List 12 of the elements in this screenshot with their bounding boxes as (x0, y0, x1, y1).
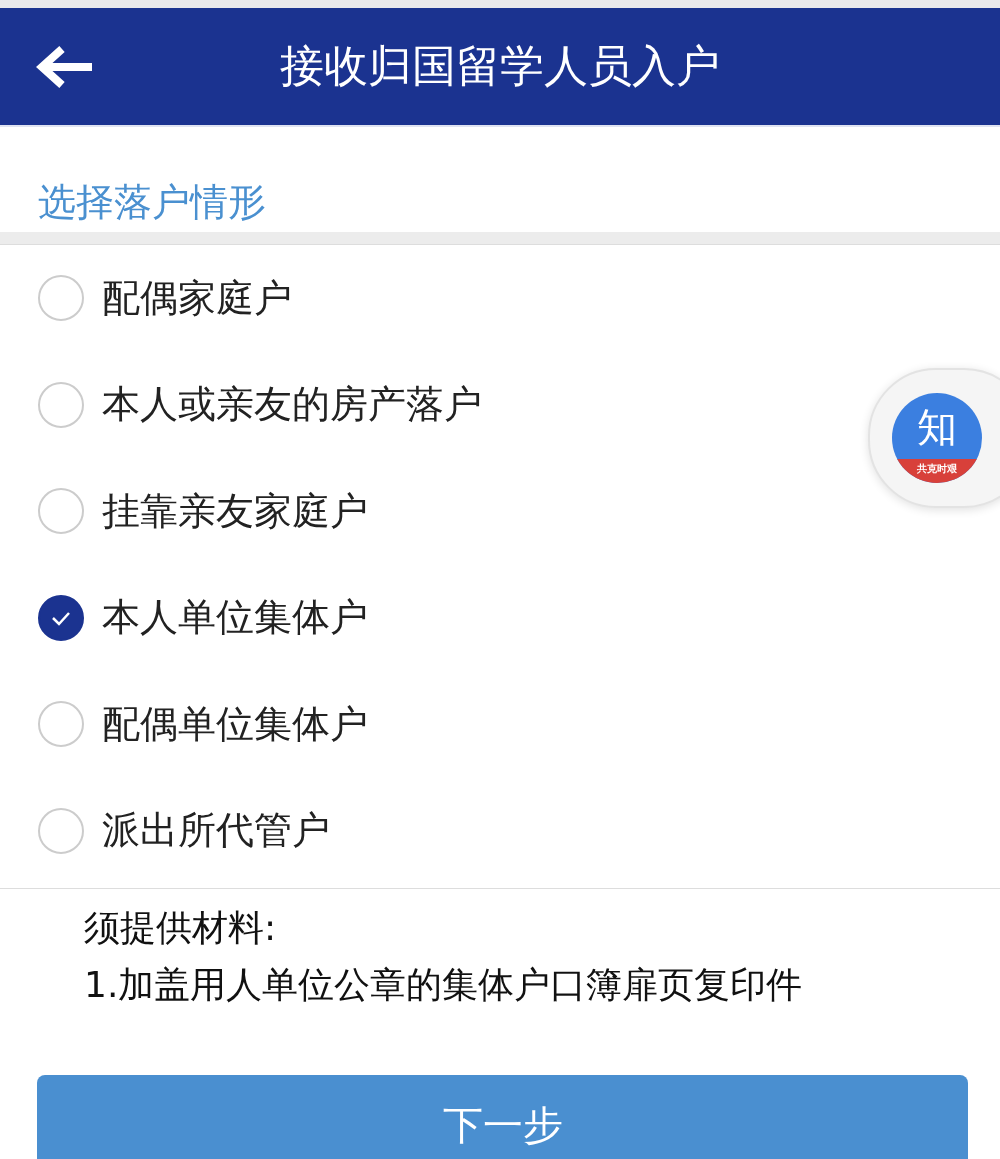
floating-button[interactable]: 知 共克时艰 (892, 393, 982, 483)
materials-item: 1.加盖用人单位公章的集体户口簿扉页复印件 (84, 963, 804, 1007)
radio-option[interactable]: 配偶家庭户 (0, 245, 292, 352)
radio-button[interactable] (38, 594, 84, 641)
page-title: 接收归国留学人员入户 (280, 39, 720, 93)
radio-option[interactable]: 派出所代管户 (0, 777, 330, 884)
radio-option[interactable]: 本人单位集体户 (0, 564, 368, 671)
section-title: 选择落户情形 (37, 179, 267, 226)
radio-option[interactable]: 本人或亲友的房产落户 (0, 351, 482, 458)
radio-option[interactable]: 挂靠亲友家庭户 (0, 458, 368, 565)
radio-option[interactable]: 配偶单位集体户 (0, 671, 368, 778)
materials-heading: 须提供材料: (84, 906, 278, 950)
